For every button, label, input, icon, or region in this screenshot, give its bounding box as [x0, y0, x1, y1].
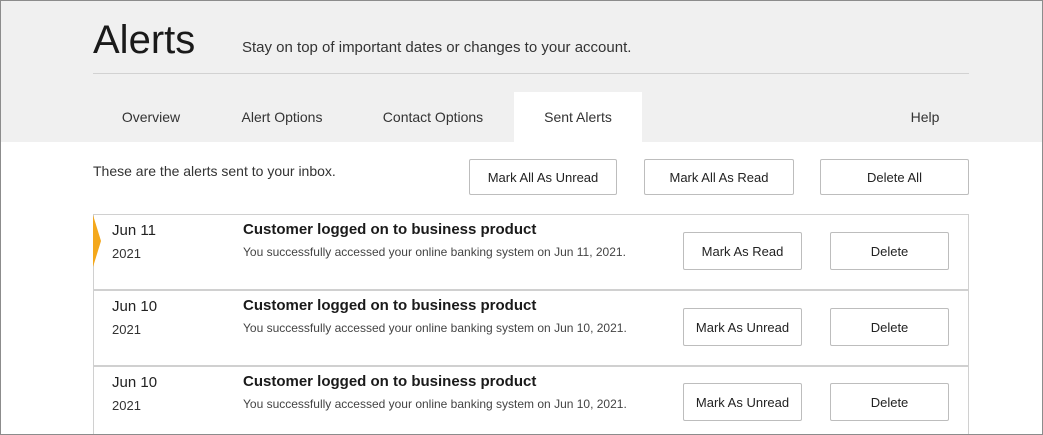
delete-alert-button[interactable]: Delete — [830, 232, 949, 270]
alert-date-day: Jun 10 — [112, 298, 158, 315]
delete-all-button[interactable]: Delete All — [820, 159, 969, 195]
alert-date-year: 2021 — [112, 322, 141, 337]
mark-as-unread-button[interactable]: Mark As Unread — [683, 383, 802, 421]
page-header: Alerts Stay on top of important dates or… — [1, 1, 1042, 142]
mark-as-read-button[interactable]: Mark As Read — [683, 232, 802, 270]
alert-date-day: Jun 11 — [112, 222, 156, 239]
header-divider — [93, 73, 969, 74]
alert-item[interactable]: Jun 11 2021 Customer logged on to busine… — [93, 214, 969, 290]
alert-title: Customer logged on to business product — [243, 373, 537, 390]
alert-item[interactable]: Jun 10 2021 Customer logged on to busine… — [93, 290, 969, 366]
mark-as-unread-button[interactable]: Mark As Unread — [683, 308, 802, 346]
page-title: Alerts — [93, 18, 196, 62]
tab-help[interactable]: Help — [895, 92, 955, 142]
alert-message: You successfully accessed your online ba… — [243, 397, 627, 411]
alert-date-year: 2021 — [112, 398, 141, 413]
tab-contact-options[interactable]: Contact Options — [368, 92, 498, 142]
alert-message: You successfully accessed your online ba… — [243, 245, 626, 259]
alert-item[interactable]: Jun 10 2021 Customer logged on to busine… — [93, 366, 969, 434]
unread-marker-icon — [93, 215, 101, 267]
tab-sent-alerts[interactable]: Sent Alerts — [514, 92, 642, 142]
alerts-page: Alerts Stay on top of important dates or… — [0, 0, 1043, 435]
sent-alerts-intro: These are the alerts sent to your inbox. — [93, 163, 336, 179]
mark-all-unread-button[interactable]: Mark All As Unread — [469, 159, 617, 195]
mark-all-read-button[interactable]: Mark All As Read — [644, 159, 794, 195]
delete-alert-button[interactable]: Delete — [830, 308, 949, 346]
alert-title: Customer logged on to business product — [243, 221, 537, 238]
tab-overview[interactable]: Overview — [102, 92, 200, 142]
alert-title: Customer logged on to business product — [243, 297, 537, 314]
delete-alert-button[interactable]: Delete — [830, 383, 949, 421]
tab-alert-options[interactable]: Alert Options — [227, 92, 337, 142]
alert-date-year: 2021 — [112, 246, 141, 261]
alert-message: You successfully accessed your online ba… — [243, 321, 627, 335]
alert-date-day: Jun 10 — [112, 374, 158, 391]
page-subtitle: Stay on top of important dates or change… — [242, 39, 632, 56]
